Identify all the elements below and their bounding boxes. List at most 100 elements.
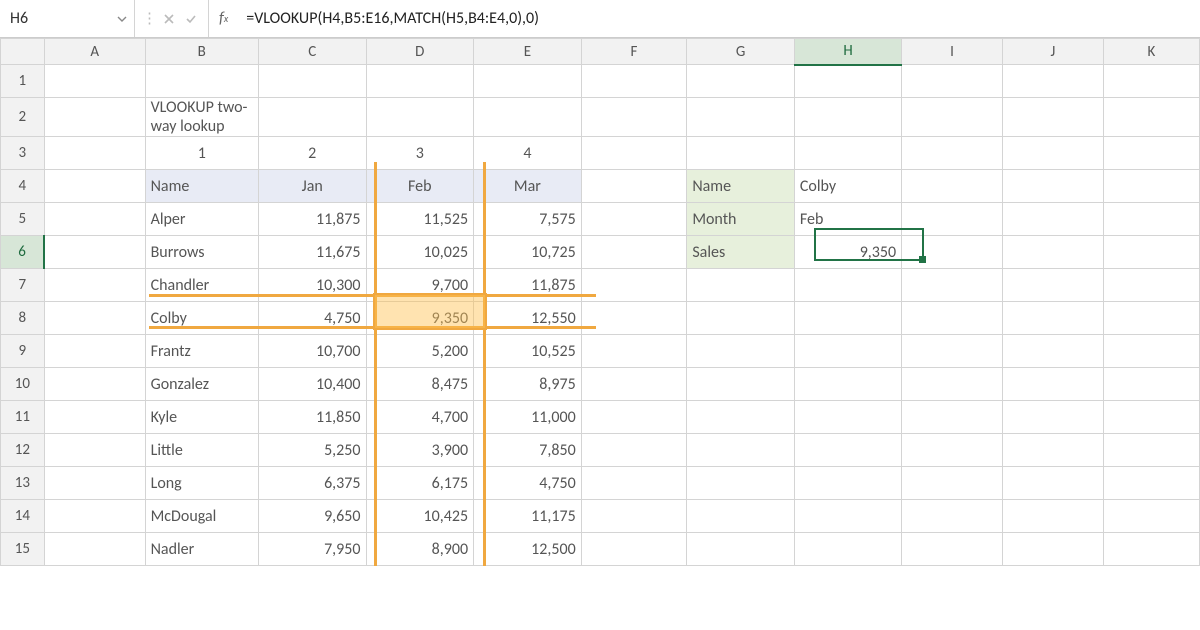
cell-I8[interactable]: [902, 302, 1003, 335]
cell-D12[interactable]: 3,900: [366, 434, 474, 467]
cell-A7[interactable]: [44, 269, 145, 302]
formula-input[interactable]: =VLOOKUP(H4,B5:E16,MATCH(H5,B4:E4,0),0): [238, 0, 1200, 37]
cell-F15[interactable]: [581, 533, 687, 566]
col-header-I[interactable]: I: [902, 39, 1003, 65]
row-header-11[interactable]: 11: [1, 401, 45, 434]
cell-I1[interactable]: [902, 65, 1003, 98]
row-header-5[interactable]: 5: [1, 203, 45, 236]
cell-C11[interactable]: 11,850: [258, 401, 366, 434]
cell-B12[interactable]: Little: [145, 434, 258, 467]
cell-F9[interactable]: [581, 335, 687, 368]
cell-J7[interactable]: [1002, 269, 1103, 302]
cell-H5[interactable]: Feb: [794, 203, 901, 236]
cell-C2[interactable]: [258, 98, 366, 137]
cell-I11[interactable]: [902, 401, 1003, 434]
cell-J4[interactable]: [1002, 170, 1103, 203]
cell-E11[interactable]: 11,000: [474, 401, 582, 434]
cell-C14[interactable]: 9,650: [258, 500, 366, 533]
cell-D1[interactable]: [366, 65, 474, 98]
cell-E8[interactable]: 12,550: [474, 302, 582, 335]
cell-J14[interactable]: [1002, 500, 1103, 533]
cell-I3[interactable]: [902, 137, 1003, 170]
cell-D4[interactable]: Feb: [366, 170, 474, 203]
cell-F8[interactable]: [581, 302, 687, 335]
cell-K14[interactable]: [1103, 500, 1199, 533]
cell-K13[interactable]: [1103, 467, 1199, 500]
cell-E9[interactable]: 10,525: [474, 335, 582, 368]
cell-G11[interactable]: [687, 401, 795, 434]
cell-G3[interactable]: [687, 137, 795, 170]
select-all-corner[interactable]: [1, 39, 45, 65]
cell-D11[interactable]: 4,700: [366, 401, 474, 434]
cell-F3[interactable]: [581, 137, 687, 170]
cell-C1[interactable]: [258, 65, 366, 98]
cell-K5[interactable]: [1103, 203, 1199, 236]
cell-H15[interactable]: [794, 533, 901, 566]
cell-E3[interactable]: 4: [474, 137, 582, 170]
col-header-E[interactable]: E: [474, 39, 582, 65]
cell-E2[interactable]: [474, 98, 582, 137]
cell-B15[interactable]: Nadler: [145, 533, 258, 566]
cell-I15[interactable]: [902, 533, 1003, 566]
cell-H13[interactable]: [794, 467, 901, 500]
cell-K12[interactable]: [1103, 434, 1199, 467]
cell-B2[interactable]: VLOOKUP two-way lookup: [145, 98, 258, 137]
cell-A9[interactable]: [44, 335, 145, 368]
cell-E13[interactable]: 4,750: [474, 467, 582, 500]
cell-E5[interactable]: 7,575: [474, 203, 582, 236]
cell-E6[interactable]: 10,725: [474, 236, 582, 269]
cell-D5[interactable]: 11,525: [366, 203, 474, 236]
row-header-15[interactable]: 15: [1, 533, 45, 566]
row-header-1[interactable]: 1: [1, 65, 45, 98]
cell-F4[interactable]: [581, 170, 687, 203]
cell-A15[interactable]: [44, 533, 145, 566]
cell-A3[interactable]: [44, 137, 145, 170]
cell-J5[interactable]: [1002, 203, 1103, 236]
cell-K7[interactable]: [1103, 269, 1199, 302]
cell-C15[interactable]: 7,950: [258, 533, 366, 566]
row-header-9[interactable]: 9: [1, 335, 45, 368]
cell-H9[interactable]: [794, 335, 901, 368]
chevron-down-icon[interactable]: [116, 13, 128, 25]
cell-A11[interactable]: [44, 401, 145, 434]
cell-K4[interactable]: [1103, 170, 1199, 203]
fx-icon[interactable]: fx: [209, 9, 238, 28]
col-header-J[interactable]: J: [1002, 39, 1103, 65]
cell-J8[interactable]: [1002, 302, 1103, 335]
cell-D15[interactable]: 8,900: [366, 533, 474, 566]
cell-D13[interactable]: 6,175: [366, 467, 474, 500]
col-header-A[interactable]: A: [44, 39, 145, 65]
cell-F1[interactable]: [581, 65, 687, 98]
cell-I5[interactable]: [902, 203, 1003, 236]
cell-J10[interactable]: [1002, 368, 1103, 401]
cell-C8[interactable]: 4,750: [258, 302, 366, 335]
cell-B1[interactable]: [145, 65, 258, 98]
cell-C7[interactable]: 10,300: [258, 269, 366, 302]
cell-F11[interactable]: [581, 401, 687, 434]
cell-B8[interactable]: Colby: [145, 302, 258, 335]
cell-K8[interactable]: [1103, 302, 1199, 335]
cell-F13[interactable]: [581, 467, 687, 500]
col-header-C[interactable]: C: [258, 39, 366, 65]
cancel-icon[interactable]: [158, 8, 180, 30]
cell-H3[interactable]: [794, 137, 901, 170]
cell-C3[interactable]: 2: [258, 137, 366, 170]
cell-K9[interactable]: [1103, 335, 1199, 368]
cell-A14[interactable]: [44, 500, 145, 533]
cell-G4[interactable]: Name: [687, 170, 795, 203]
col-header-B[interactable]: B: [145, 39, 258, 65]
cell-F5[interactable]: [581, 203, 687, 236]
cell-D9[interactable]: 5,200: [366, 335, 474, 368]
cell-K11[interactable]: [1103, 401, 1199, 434]
cell-B4[interactable]: Name: [145, 170, 258, 203]
cell-B3[interactable]: 1: [145, 137, 258, 170]
cell-E12[interactable]: 7,850: [474, 434, 582, 467]
cell-J11[interactable]: [1002, 401, 1103, 434]
row-header-8[interactable]: 8: [1, 302, 45, 335]
cell-E4[interactable]: Mar: [474, 170, 582, 203]
cell-G6[interactable]: Sales: [687, 236, 795, 269]
cell-H4[interactable]: Colby: [794, 170, 901, 203]
cell-B7[interactable]: Chandler: [145, 269, 258, 302]
cell-I13[interactable]: [902, 467, 1003, 500]
cell-F6[interactable]: [581, 236, 687, 269]
